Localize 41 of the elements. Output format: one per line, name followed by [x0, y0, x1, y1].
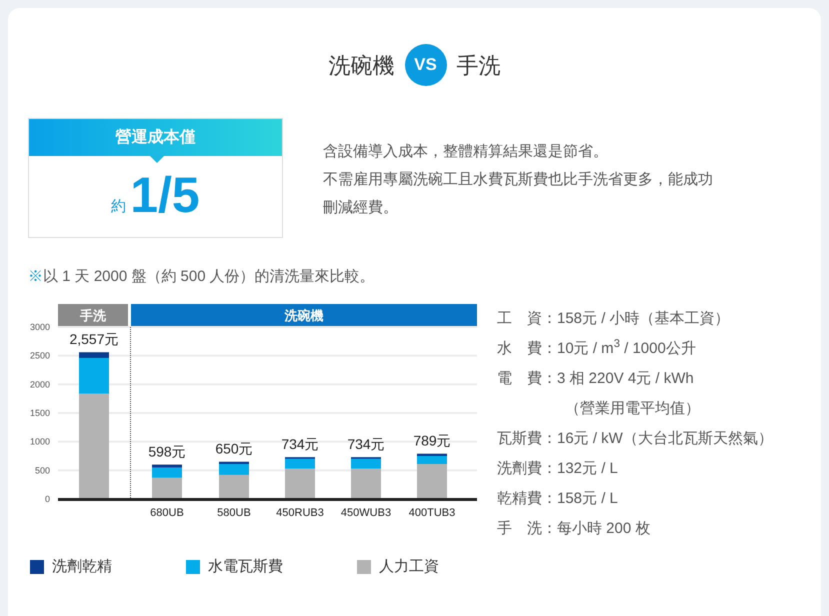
axis-tick-label: 0 — [44, 494, 50, 504]
cost-text: 水 費：10元 / m$^{3}$ / 1000公升 — [497, 336, 697, 358]
value-label: 2,557元 — [69, 330, 119, 347]
note-text: （營業用電平均值） — [564, 398, 701, 418]
value-label: 650元 — [215, 440, 253, 456]
description-text: 不需雇用專屬洗碗工且水費瓦斯費也比手洗省更多，能成功刪減經費。 — [323, 170, 714, 218]
category-label: 400TUB3 — [408, 506, 456, 518]
value-label: 598元 — [148, 443, 186, 460]
cost-text: 瓦斯費：16元 / kW（大台北瓦斯天然氣） — [497, 428, 773, 448]
axis-tick-label: 1000 — [30, 436, 50, 446]
legend-label: 人力工資 — [379, 556, 439, 576]
value-label: 789元 — [413, 432, 451, 448]
group-header: 手洗 — [58, 304, 128, 326]
legend-label: 水電瓦斯費 — [208, 556, 283, 576]
cost-text: 工 資：158元 / 小時（基本工資） — [497, 308, 731, 328]
cost-text: 電 費：3 相 220V 4元 / kWh — [497, 368, 695, 388]
cost-text: 手 洗：每小時 200 枚 — [497, 518, 652, 538]
value-label: 734元 — [347, 436, 385, 452]
axis-tick-label: 2000 — [30, 378, 50, 389]
cost-text: 乾精費：158元 / L — [497, 488, 619, 508]
title-text: 手洗 — [456, 52, 500, 80]
axis-tick-label: 500 — [34, 464, 50, 475]
category-label: 450RUB3 — [276, 506, 324, 518]
prefix-text: 約 — [111, 196, 126, 216]
category-label: 580UB — [217, 506, 251, 518]
ratio-value: 1/5 — [130, 166, 200, 225]
vs-badge: VS — [404, 44, 446, 86]
description-text: 含設備導入成本，整體精算結果還是節省。 — [323, 142, 609, 162]
title-text: 洗碗機 — [328, 52, 394, 80]
category-label: 680UB — [150, 506, 184, 518]
note-text: ※以 1 天 2000 盤（約 500 人份）的清洗量來比較。 — [28, 267, 376, 287]
axis-tick-label: 3000 — [30, 322, 50, 332]
axis-tick-label: 2500 — [30, 350, 50, 360]
group-header: 洗碗機 — [131, 304, 477, 326]
category-label: 450WUB3 — [340, 506, 392, 518]
cost-text: 洗劑費：132元 / L — [497, 458, 619, 478]
value-label: 734元 — [281, 436, 319, 452]
axis-tick-label: 1500 — [30, 408, 50, 418]
cost-heading: 營運成本僅 — [29, 119, 282, 156]
legend-label: 洗劑乾精 — [52, 556, 112, 576]
pointer-icon — [149, 155, 165, 163]
